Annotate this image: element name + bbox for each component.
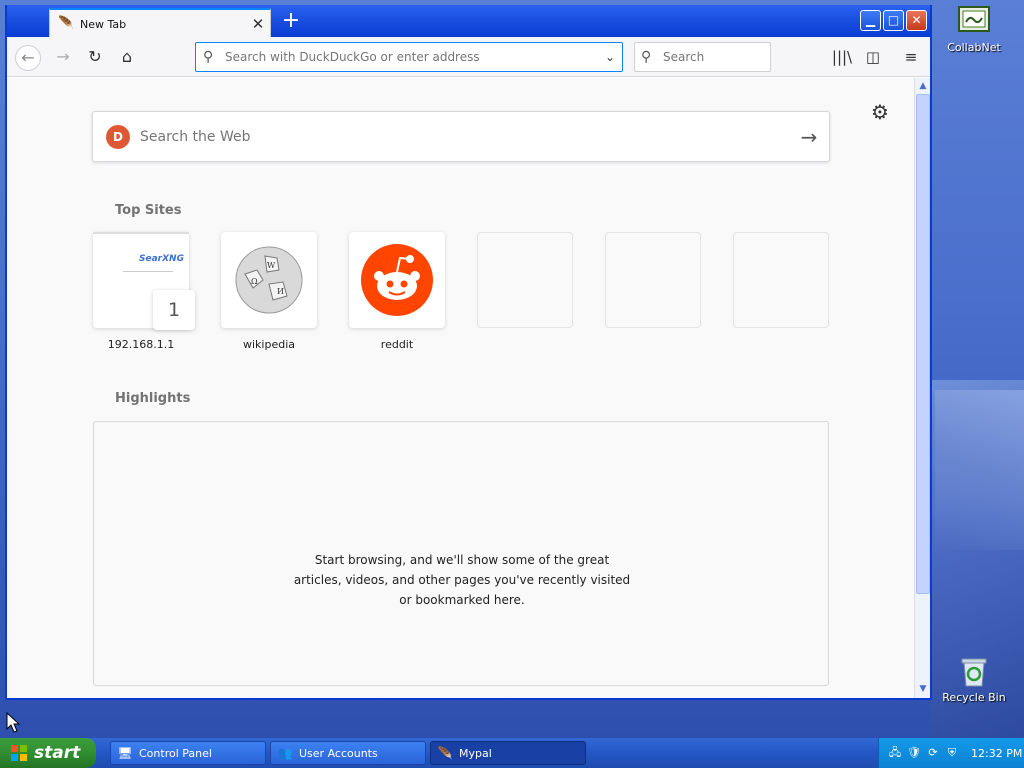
svg-text:Ω: Ω — [251, 277, 258, 286]
svg-text:И: И — [277, 287, 284, 296]
svg-text:W: W — [267, 261, 276, 270]
url-bar[interactable]: ⚲ ⌄ — [195, 42, 623, 72]
search-icon: ⚲ — [641, 49, 652, 65]
thumbnail-line — [123, 271, 173, 272]
search-input[interactable] — [663, 50, 763, 64]
tab-close-icon[interactable]: ✕ — [250, 16, 266, 32]
wikipedia-globe-icon: W Ω И — [233, 244, 305, 319]
site-thumbnail: SearXNG — [93, 232, 189, 292]
network-icon[interactable]: 🖧 — [887, 745, 903, 761]
taskbar: start 🖥 Control Panel 👥 User Accounts 🪶 … — [0, 738, 1024, 768]
forward-arrow-icon[interactable]: → — [50, 45, 76, 71]
url-input[interactable] — [225, 50, 598, 64]
vertical-scrollbar[interactable]: ▲ ▼ — [914, 78, 930, 698]
title-bar: 🪶 New Tab ✕ + ▁ □ ✕ — [7, 5, 930, 38]
close-button[interactable]: ✕ — [906, 10, 927, 31]
library-icon[interactable]: |||\ — [831, 47, 853, 69]
duckduckgo-icon: D — [106, 124, 130, 149]
highlights-title: Highlights — [115, 391, 191, 406]
top-site-tile[interactable] — [349, 232, 445, 328]
search-icon: ⚲ — [203, 49, 214, 65]
user-accounts-icon: 👥 — [277, 746, 293, 760]
security-shield-icon[interactable]: 🛡 — [906, 745, 922, 761]
recycle-bin-icon — [958, 656, 990, 688]
windows-flag-icon — [10, 744, 28, 762]
taskbar-item-label: Control Panel — [139, 746, 212, 760]
mypal-icon: 🪶 — [58, 16, 75, 31]
alert-shield-icon[interactable]: ⛨ — [944, 745, 960, 761]
desktop-icon-collabnet[interactable]: CollabNet — [934, 6, 1014, 54]
site-badge: 1 — [153, 290, 195, 330]
tab-new-tab[interactable]: 🪶 New Tab ✕ — [49, 8, 271, 38]
control-panel-icon: 🖥 — [117, 746, 133, 760]
arrow-right-icon[interactable]: → — [789, 125, 829, 149]
top-site-label[interactable]: reddit — [349, 338, 445, 351]
sidebar-icon[interactable]: ◫ — [862, 47, 884, 69]
maximize-button[interactable]: □ — [883, 10, 904, 31]
scroll-thumb[interactable] — [916, 94, 930, 594]
thumbnail-text: SearXNG — [139, 254, 184, 264]
highlights-empty-message: Start browsing, and we'll show some of t… — [94, 550, 830, 610]
update-icon[interactable]: ⟳ — [925, 745, 941, 761]
desktop-wallpaper-snow — [935, 390, 1024, 550]
top-sites-title: Top Sites — [115, 203, 182, 218]
desktop-icon-label: Recycle Bin — [942, 691, 1006, 704]
taskbar-item-label: Mypal — [459, 746, 492, 760]
browser-window: 🪶 New Tab ✕ + ▁ □ ✕ ← → ↻ ⌂ ⚲ ⌄ ⚲ |||\ ◫… — [5, 5, 932, 700]
menu-hamburger-icon[interactable]: ≡ — [900, 47, 922, 69]
desktop-icon-recycle-bin[interactable]: Recycle Bin — [934, 656, 1014, 704]
taskbar-item-mypal[interactable]: 🪶 Mypal — [430, 741, 586, 765]
top-site-label[interactable]: 192.168.1.1 — [93, 338, 189, 351]
reddit-icon — [361, 244, 433, 319]
mouse-cursor-icon — [6, 711, 21, 737]
navigation-toolbar: ← → ↻ ⌂ ⚲ ⌄ ⚲ |||\ ◫ ≡ — [7, 37, 930, 77]
top-site-empty-tile[interactable] — [477, 232, 573, 328]
back-arrow-icon[interactable]: ← — [15, 45, 41, 71]
chevron-down-icon[interactable]: ⌄ — [598, 50, 622, 64]
tab-title: New Tab — [80, 17, 127, 31]
start-label: start — [34, 743, 81, 763]
scroll-up-icon[interactable]: ▲ — [916, 79, 930, 93]
top-site-empty-tile[interactable] — [605, 232, 701, 328]
taskbar-item-user-accounts[interactable]: 👥 User Accounts — [270, 741, 426, 765]
clock[interactable]: 12:32 PM — [971, 747, 1022, 760]
taskbar-item-label: User Accounts — [299, 746, 378, 760]
highlights-message-text: Start browsing, and we'll show some of t… — [293, 553, 631, 607]
scroll-down-icon[interactable]: ▼ — [916, 682, 930, 696]
new-tab-page: ⚙ D → Top Sites SearXNG 1 192.168.1.1 — [7, 78, 914, 698]
gear-icon[interactable]: ⚙ — [871, 100, 889, 124]
reload-icon[interactable]: ↻ — [82, 45, 108, 71]
highlights-panel: Start browsing, and we'll show some of t… — [93, 421, 829, 686]
top-site-label[interactable]: wikipedia — [221, 338, 317, 351]
system-tray: 🖧 🛡 ⟳ ⛨ 12:32 PM — [878, 738, 1024, 768]
web-search-input[interactable] — [140, 128, 789, 145]
home-icon[interactable]: ⌂ — [114, 45, 140, 71]
top-site-tile[interactable]: SearXNG 1 — [93, 232, 195, 330]
collabnet-icon — [958, 6, 990, 38]
minimize-button[interactable]: ▁ — [860, 10, 881, 31]
top-site-tile[interactable]: W Ω И — [221, 232, 317, 328]
mypal-icon: 🪶 — [437, 746, 453, 760]
top-site-empty-tile[interactable] — [733, 232, 829, 328]
desktop-icon-label: CollabNet — [947, 41, 1001, 54]
web-search-box[interactable]: D → — [92, 111, 830, 162]
taskbar-item-control-panel[interactable]: 🖥 Control Panel — [110, 741, 266, 765]
search-bar[interactable]: ⚲ — [634, 42, 771, 72]
start-button[interactable]: start — [0, 738, 96, 768]
new-tab-plus-icon[interactable]: + — [279, 10, 303, 34]
